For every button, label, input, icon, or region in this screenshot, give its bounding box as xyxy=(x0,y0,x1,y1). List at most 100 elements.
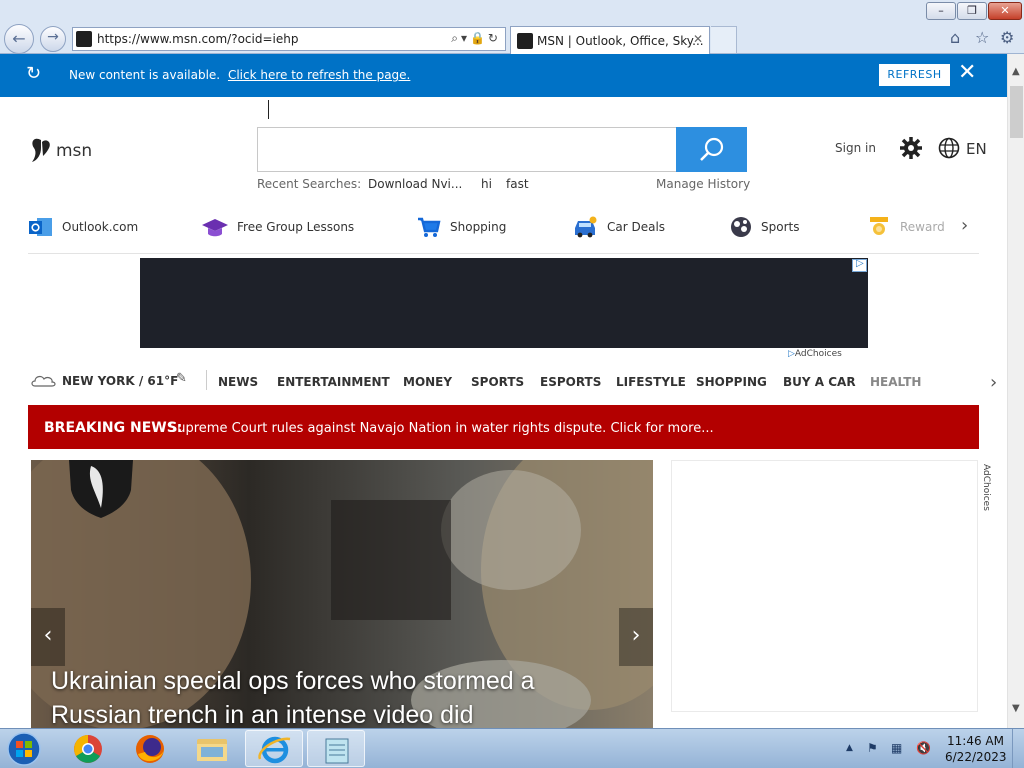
msn-butterfly-icon xyxy=(32,138,50,162)
new-tab-button[interactable] xyxy=(711,26,737,54)
hero-headline[interactable]: Ukrainian special ops forces who stormed… xyxy=(51,664,611,728)
category-entertainment[interactable]: ENTERTAINMENT xyxy=(277,375,390,389)
folder-icon xyxy=(197,739,227,761)
adchoices-link[interactable]: ▷AdChoices xyxy=(788,349,842,359)
quicklink-rewards[interactable]: Rewards xyxy=(866,210,944,244)
category-news[interactable]: NEWS xyxy=(218,375,258,389)
taskbar-notepad[interactable] xyxy=(307,730,365,767)
globe-icon[interactable] xyxy=(938,137,960,159)
scroll-down-icon[interactable]: ▼ xyxy=(1012,703,1020,714)
clock-time[interactable]: 11:46 AM xyxy=(947,734,1004,748)
refresh-button[interactable]: REFRESH xyxy=(879,64,950,86)
clock-date[interactable]: 6/22/2023 xyxy=(945,750,1007,764)
outlook-icon xyxy=(29,218,52,236)
category-next-chevron-icon[interactable]: › xyxy=(990,372,997,393)
recent-search-item[interactable]: hi xyxy=(481,177,492,191)
search-input[interactable] xyxy=(257,127,677,172)
quicklink-label: Outlook.com xyxy=(62,220,139,234)
adchoices-text: AdChoices xyxy=(981,464,991,511)
recent-search-item[interactable]: Download Nvi... xyxy=(368,177,462,191)
refresh-icon: ↻ xyxy=(26,63,42,84)
network-icon[interactable]: ▦ xyxy=(891,741,902,755)
windows-taskbar: ▲ ⚑ ▦ 🔇 11:46 AM 6/22/2023 xyxy=(0,728,1024,768)
weather-location[interactable]: NEW YORK / 61°F xyxy=(62,374,178,388)
msn-favicon-icon xyxy=(517,33,533,49)
scroll-up-icon[interactable]: ▲ xyxy=(1012,66,1020,77)
address-url[interactable]: https://www.msn.com/?ocid=iehp xyxy=(97,32,298,46)
taskbar-file-explorer[interactable] xyxy=(183,730,241,767)
category-money[interactable]: MONEY xyxy=(403,375,452,389)
hero-story[interactable]: ‹ › Ukrainian special ops forces who sto… xyxy=(31,460,653,728)
browser-chrome: – ❐ ✕ ← → https://www.msn.com/?ocid=iehp… xyxy=(0,0,1024,54)
breaking-news-headline[interactable]: Supreme Court rules against Navajo Natio… xyxy=(169,421,714,436)
taskbar-internet-explorer[interactable] xyxy=(245,730,303,767)
close-icon: ✕ xyxy=(1000,4,1010,17)
language-selector[interactable]: EN xyxy=(966,140,987,158)
chrome-icon xyxy=(74,735,102,763)
arrow-left-icon: ← xyxy=(12,29,26,48)
side-ad-slot[interactable] xyxy=(671,460,978,712)
quicklink-label: Shopping xyxy=(450,220,507,234)
category-shopping[interactable]: SHOPPING xyxy=(696,375,767,389)
scroll-thumb[interactable] xyxy=(1010,86,1023,138)
home-icon[interactable]: ⌂ xyxy=(950,28,960,47)
category-esports[interactable]: ESPORTS xyxy=(540,375,601,389)
shopping-cart-icon xyxy=(418,217,441,237)
show-hidden-icons-icon[interactable]: ▲ xyxy=(846,743,853,753)
quicklinks-next-chevron-icon[interactable]: › xyxy=(961,215,968,236)
minimize-button[interactable]: – xyxy=(926,2,956,20)
car-icon xyxy=(575,216,597,238)
quick-links-bar: Outlook.com Free Group Lessons Shopping … xyxy=(28,210,979,254)
arrow-right-icon: → xyxy=(47,29,59,45)
tools-gear-icon[interactable]: ⚙ xyxy=(1000,28,1014,47)
action-center-flag-icon[interactable]: ⚑ xyxy=(867,741,878,755)
breaking-news-label: BREAKING NEWS: xyxy=(44,420,183,436)
vertical-scrollbar[interactable]: ▲ ▼ xyxy=(1007,54,1024,728)
favorites-star-icon[interactable]: ☆ xyxy=(975,28,989,47)
adchoices-vertical-link[interactable]: AdChoices xyxy=(981,464,993,526)
trophy-icon xyxy=(870,217,888,235)
graduation-cap-icon xyxy=(202,219,228,237)
breaking-news-banner[interactable]: BREAKING NEWS: Supreme Court rules again… xyxy=(28,405,979,449)
category-health[interactable]: HEALTH xyxy=(870,375,921,389)
browser-tab-msn[interactable]: MSN | Outlook, Office, Sky... ✕ xyxy=(510,26,710,54)
tab-close-button[interactable]: ✕ xyxy=(693,32,703,46)
show-desktop-button[interactable] xyxy=(1012,729,1024,768)
chevron-right-icon: › xyxy=(631,623,641,648)
ad-banner[interactable]: ▷ xyxy=(140,258,868,348)
chevron-left-icon: ‹ xyxy=(43,623,53,648)
address-bar[interactable]: https://www.msn.com/?ocid=iehp ⌕▾🔒↻ xyxy=(72,27,506,51)
pencil-icon[interactable]: ✎ xyxy=(176,371,187,386)
carousel-prev-button[interactable]: ‹ xyxy=(31,608,65,666)
msn-logo-text: msn xyxy=(56,141,93,161)
windows-start-icon[interactable] xyxy=(5,731,43,767)
back-button[interactable]: ← xyxy=(4,24,34,54)
notepad-icon xyxy=(325,738,349,764)
sports-ball-icon xyxy=(731,217,751,237)
manage-history-link[interactable]: Manage History xyxy=(656,177,750,191)
search-icon xyxy=(700,137,724,161)
search-button[interactable] xyxy=(676,127,747,172)
adchoices-icon[interactable]: ▷ xyxy=(852,258,867,272)
gear-icon[interactable] xyxy=(899,136,923,160)
recent-searches-label: Recent Searches: xyxy=(257,177,362,191)
volume-muted-icon[interactable]: 🔇 xyxy=(916,741,931,755)
maximize-button[interactable]: ❐ xyxy=(957,2,987,20)
refresh-page-link[interactable]: Click here to refresh the page. xyxy=(228,68,410,82)
quicklink-label: Free Group Lessons xyxy=(237,220,355,234)
forward-button[interactable]: → xyxy=(40,26,66,52)
category-buy-a-car[interactable]: BUY A CAR xyxy=(783,375,856,389)
taskbar-firefox[interactable] xyxy=(121,730,179,767)
text-caret xyxy=(268,100,269,119)
sign-in-link[interactable]: Sign in xyxy=(835,141,876,155)
close-notification-icon[interactable]: ✕ xyxy=(958,60,976,85)
quicklink-label: Rewards xyxy=(900,220,944,234)
taskbar-chrome[interactable] xyxy=(59,730,117,767)
close-window-button[interactable]: ✕ xyxy=(988,2,1022,20)
address-tools-icons[interactable]: ⌕▾🔒↻ xyxy=(451,31,501,46)
category-sports[interactable]: SPORTS xyxy=(471,375,524,389)
category-lifestyle[interactable]: LIFESTYLE xyxy=(616,375,686,389)
recent-search-item[interactable]: fast xyxy=(506,177,529,191)
notification-text: New content is available. xyxy=(69,68,221,82)
carousel-next-button[interactable]: › xyxy=(619,608,653,666)
